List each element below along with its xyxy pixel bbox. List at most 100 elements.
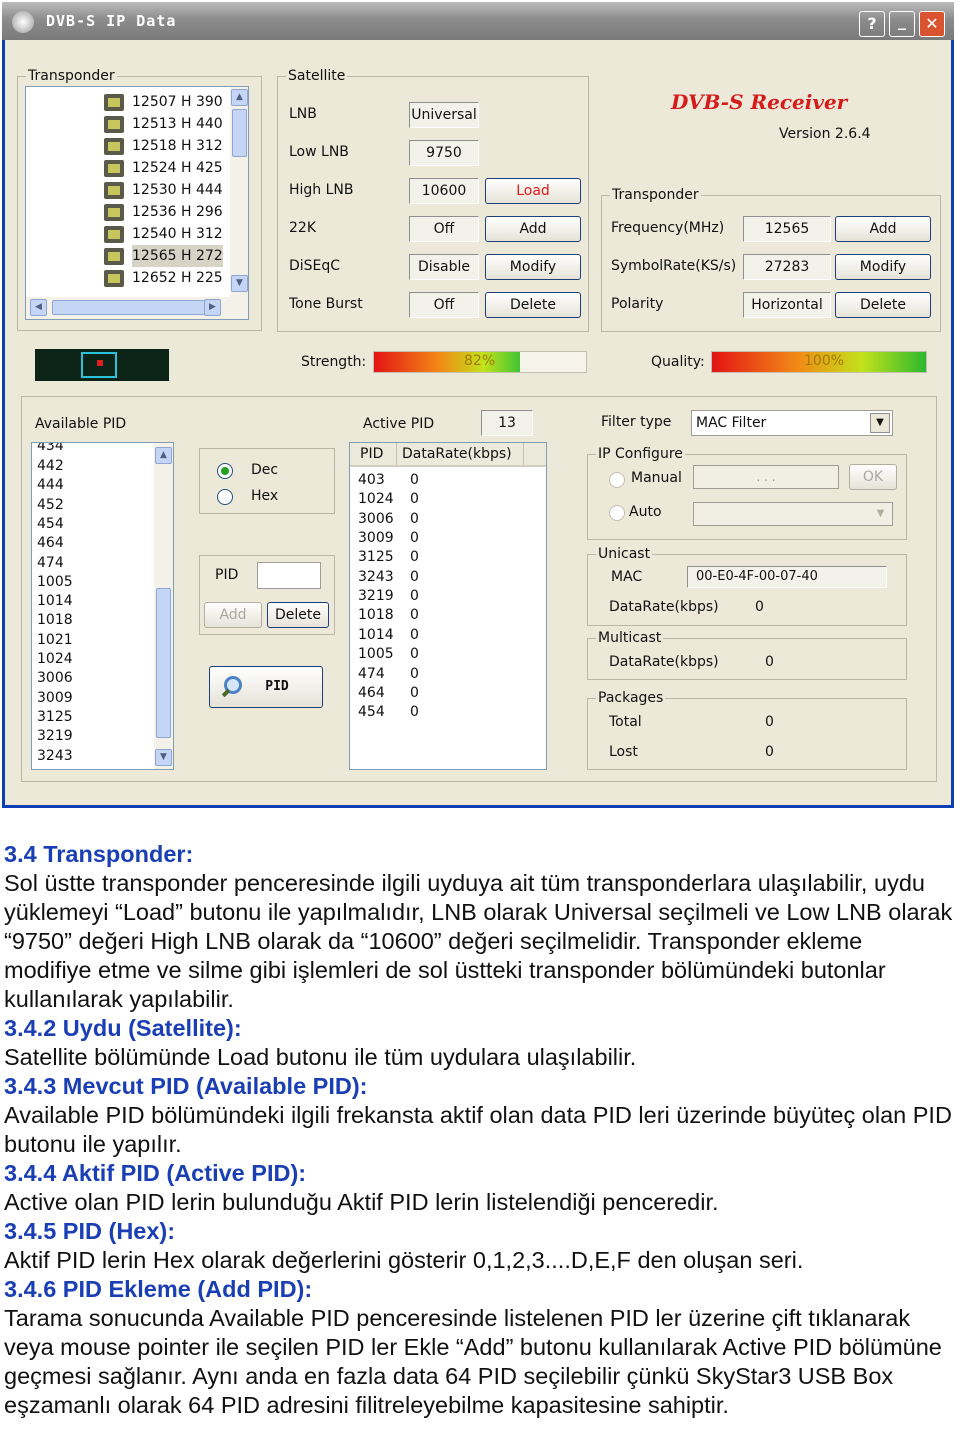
satellite-row-value[interactable]: Off [409,216,479,242]
satellite-row-value[interactable]: Off [409,292,479,318]
strength-label: Strength: [301,354,367,370]
scroll-thumb[interactable] [156,588,171,738]
list-item[interactable]: 12530 H 444 [26,179,226,201]
table-cell-rate: 0 [410,607,419,624]
satellite-row-value[interactable]: Disable [409,254,479,280]
scroll-up-icon[interactable]: ▲ [155,447,172,464]
title-bar[interactable]: DVB-S IP Data ? _ ✕ [2,2,954,40]
filter-type-label: Filter type [601,414,672,430]
list-item[interactable]: 3243 [37,747,73,766]
help-button[interactable]: ? [859,11,885,37]
table-cell-pid[interactable]: 3009 [358,529,394,548]
table-cell-pid[interactable]: 474 [358,665,385,684]
list-item[interactable]: 12652 H 225 [26,267,226,289]
scroll-right-icon[interactable]: ▶ [204,299,221,316]
paragraph: Satellite bölümünde Load butonu ile tüm … [4,1044,637,1070]
transponder-list[interactable]: 12507 H 390 12513 H 440 12518 H 312 12524 H… [25,86,249,320]
scroll-down-icon[interactable]: ▼ [155,749,172,766]
multicast-rate-label: DataRate(kbps) [609,654,719,670]
table-cell-rate: 0 [410,684,419,701]
list-item[interactable]: 464 [37,534,64,553]
satellite-add-button[interactable]: Add [485,216,581,242]
list-item[interactable]: 452 [37,496,64,515]
transponder-modify-button[interactable]: Modify [835,254,931,280]
strength-bar: 82% [373,351,587,373]
document-body: 3.4 Transponder: Sol üstte transponder p… [4,840,954,1420]
scroll-left-icon[interactable]: ◀ [30,299,47,316]
scroll-down-icon[interactable]: ▼ [231,275,248,292]
chevron-down-icon[interactable]: ▼ [871,504,890,524]
list-item[interactable]: 1018 [37,611,73,630]
list-item[interactable]: 12513 H 440 [26,113,226,135]
hex-radio[interactable] [217,489,233,505]
list-item[interactable]: 1024 [37,650,73,669]
table-cell-pid[interactable]: 3219 [358,587,394,606]
transponder-delete-button[interactable]: Delete [835,292,931,318]
table-cell-pid[interactable]: 1024 [358,490,394,509]
list-item[interactable]: 12540 H 312 [26,223,226,245]
transponder-row-value[interactable]: Horizontal [743,292,831,318]
ok-button[interactable]: OK [849,464,897,490]
table-cell-pid[interactable]: 403 [358,471,385,490]
list-item[interactable]: 442 [37,457,64,476]
auto-radio[interactable] [609,505,625,521]
auto-select[interactable]: ▼ [693,502,893,526]
scroll-thumb[interactable] [232,109,247,157]
list-item[interactable]: 444 [37,476,64,495]
pid-delete-button[interactable]: Delete [267,602,329,628]
pid-search-button[interactable]: PID [209,666,323,708]
table-cell-pid[interactable]: 1005 [358,645,394,664]
transponder-list-vscroll[interactable]: ▲ ▼ [230,87,248,297]
table-cell-pid[interactable]: 1018 [358,606,394,625]
minimize-button[interactable]: _ [889,11,915,37]
list-item[interactable]: 12507 H 390 [26,91,226,113]
list-item[interactable]: 1021 [37,631,73,650]
table-cell-pid[interactable]: 3125 [358,548,394,567]
table-cell-pid[interactable]: 3006 [358,510,394,529]
list-item[interactable]: 3006 [37,669,73,688]
satellite-icon [104,226,124,243]
scroll-up-icon[interactable]: ▲ [231,89,248,106]
col-rate-header[interactable]: DataRate(kbps) [398,443,524,465]
active-pid-list[interactable]: PID DataRate(kbps) 403 0 1024 0 3006 0 3009 0 31… [349,442,547,770]
close-button[interactable]: ✕ [919,11,945,37]
manual-radio[interactable] [609,472,625,488]
list-item[interactable]: 3219 [37,727,73,746]
paragraph: Aktif PID lerin Hex olarak değerlerini g… [4,1247,804,1273]
list-item[interactable]: 1014 [37,592,73,611]
list-item-label: 12524 H 425 [132,160,223,176]
chevron-down-icon[interactable]: ▼ [870,413,890,433]
transponder-add-button[interactable]: Add [835,216,931,242]
satellite-delete-button[interactable]: Delete [485,292,581,318]
list-item[interactable]: 12518 H 312 [26,135,226,157]
col-pid-header[interactable]: PID [350,443,397,465]
paragraph: Tarama sonucunda Available PID penceresi… [4,1305,942,1418]
list-item[interactable]: 12536 H 296 [26,201,226,223]
table-cell-pid[interactable]: 1014 [358,626,394,645]
list-item[interactable]: 1005 [37,573,73,592]
satellite-row-value[interactable]: 10600 [409,178,479,204]
list-item[interactable]: 3009 [37,689,73,708]
transponder-list-hscroll[interactable]: ◀ ▶ [26,297,248,319]
dec-radio[interactable] [217,463,233,479]
list-item[interactable]: 12524 H 425 [26,157,226,179]
satellite-row-label: DiSEqC [289,258,341,274]
satellite-load-button[interactable]: Load [485,178,581,204]
pid-input[interactable] [257,562,321,589]
table-cell-pid[interactable]: 464 [358,684,385,703]
satellite-modify-button[interactable]: Modify [485,254,581,280]
available-pid-vscroll[interactable]: ▲ ▼ [154,443,173,769]
pid-add-button[interactable]: Add [204,602,262,628]
table-cell-pid[interactable]: 3243 [358,568,394,587]
transponder-row-value[interactable]: 12565 [743,216,831,242]
transponder-row-value[interactable]: 27283 [743,254,831,280]
hscroll-thumb[interactable] [52,300,208,315]
list-item[interactable]: 454 [37,515,64,534]
list-item[interactable]: 3125 [37,708,73,727]
list-item[interactable]: 474 [37,554,64,573]
ip-address-input[interactable]: . . . [693,465,839,489]
list-item[interactable]: 12565 H 272 [26,245,226,267]
available-pid-list[interactable]: 434 442 444 452 454 464 474 1005 1014 1018 1021 10… [31,442,174,770]
filter-type-select[interactable]: MAC Filter ▼ [691,410,893,436]
table-cell-pid[interactable]: 454 [358,703,385,722]
